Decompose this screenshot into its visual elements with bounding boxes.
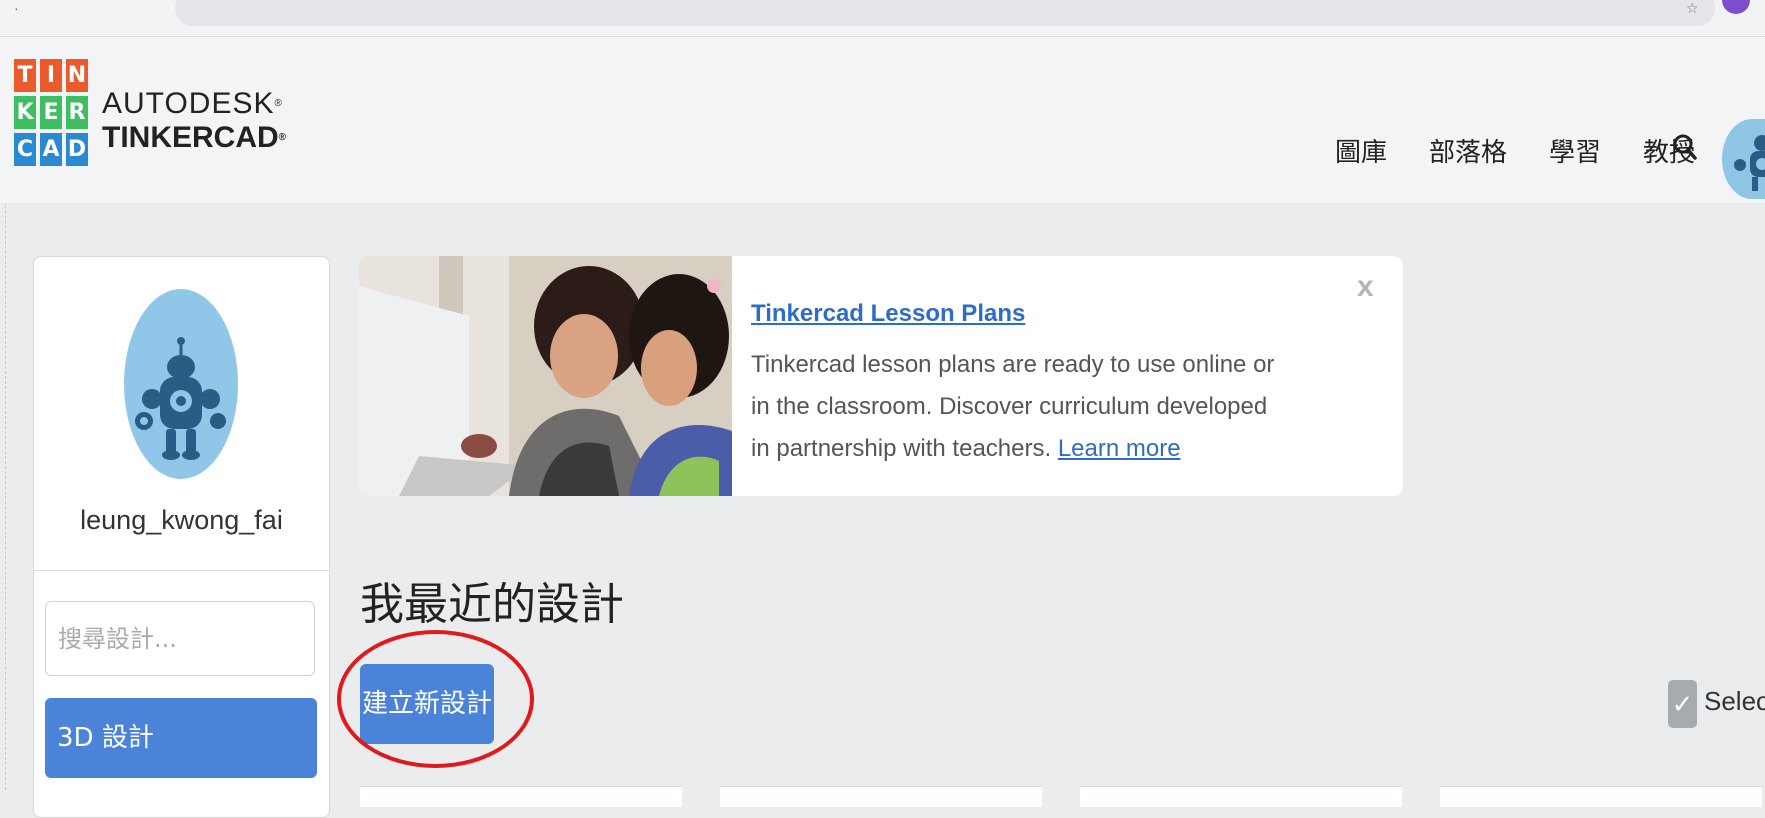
tinkercad-logo-icon[interactable]: T I N K E R C A D (14, 59, 88, 166)
nav-gallery[interactable]: 圖庫 (1335, 132, 1387, 169)
select-checkbox[interactable]: ✓ (1668, 680, 1697, 728)
design-card[interactable] (720, 786, 1042, 807)
logo-letter: R (66, 96, 88, 129)
user-avatar[interactable] (1722, 119, 1765, 199)
sidebar-item-3d-designs[interactable]: 3D 設計 (45, 698, 317, 778)
banner-description: Tinkercad lesson plans are ready to use … (751, 344, 1291, 470)
highlight-annotation (337, 630, 534, 768)
logo-letter: A (40, 133, 62, 166)
address-bar[interactable] (175, 0, 1715, 26)
username: leung_kwong_fai (80, 505, 283, 535)
search-icon[interactable] (1672, 133, 1698, 161)
lesson-plans-banner: Tinkercad Lesson Plans Tinkercad lesson … (359, 256, 1403, 496)
design-card[interactable] (1080, 786, 1402, 807)
brand-line-tinkercad: TINKERCAD (102, 121, 279, 154)
banner-title-link[interactable]: Tinkercad Lesson Plans (751, 300, 1025, 328)
logo-letter: E (40, 96, 62, 129)
brand-line-autodesk: AUTODESK (102, 87, 275, 120)
design-card[interactable] (360, 786, 682, 807)
browser-profile-icon[interactable] (1722, 0, 1750, 14)
logo-letter: N (66, 59, 88, 92)
search-designs-input[interactable] (45, 601, 315, 676)
brand-wordmark[interactable]: AUTODESK® TINKERCAD® (102, 87, 286, 155)
browser-chrome: · ☆ (0, 0, 1765, 37)
site-header: T I N K E R C A D AUTODESK® TINKERCAD® 圖… (0, 37, 1765, 203)
logo-letter: T (14, 59, 36, 92)
banner-photo (359, 256, 732, 496)
logo-letter: D (66, 133, 88, 166)
profile-avatar-robot-icon[interactable] (124, 289, 238, 479)
browser-nav-icons[interactable]: · (14, 0, 41, 16)
learn-more-link[interactable]: Learn more (1058, 435, 1181, 462)
nav-learn[interactable]: 學習 (1549, 132, 1601, 169)
select-label[interactable]: Select (1704, 686, 1765, 717)
logo-letter: K (14, 96, 36, 129)
close-icon[interactable]: x (1357, 270, 1374, 304)
bookmark-star-icon[interactable]: ☆ (1686, 0, 1699, 17)
design-card[interactable] (1440, 786, 1762, 807)
logo-letter: I (40, 59, 62, 92)
nav-blog[interactable]: 部落格 (1429, 132, 1507, 169)
banner-body-text: Tinkercad lesson plans are ready to use … (751, 351, 1275, 462)
page-title: 我最近的設計 (360, 579, 624, 630)
divider (34, 570, 329, 571)
logo-letter: C (14, 133, 36, 166)
profile-sidebar: leung_kwong_fai 3D 設計 (33, 256, 330, 818)
